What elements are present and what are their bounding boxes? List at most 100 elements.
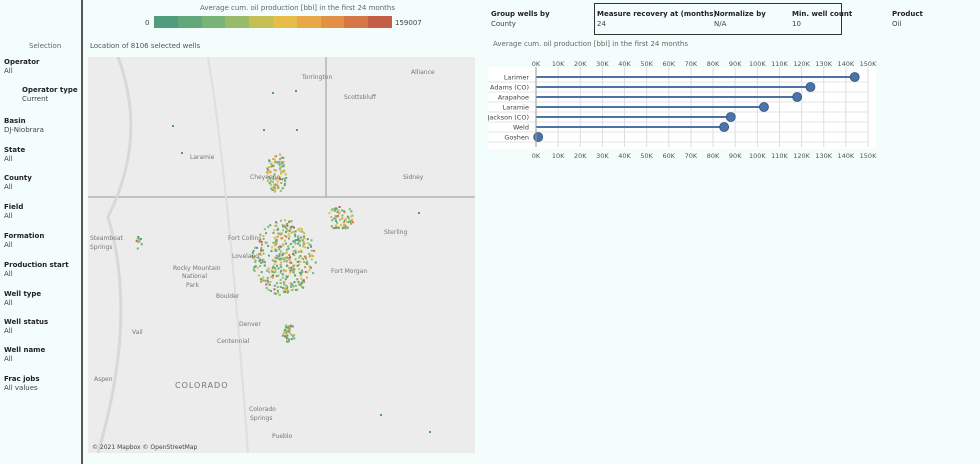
filter-value[interactable]: All bbox=[4, 67, 40, 76]
well-point[interactable] bbox=[279, 233, 282, 235]
well-point[interactable] bbox=[286, 229, 289, 232]
well-point[interactable] bbox=[330, 225, 333, 227]
well-point[interactable] bbox=[267, 267, 270, 270]
well-point[interactable] bbox=[342, 221, 345, 224]
well-point[interactable] bbox=[276, 264, 278, 267]
well-point[interactable] bbox=[330, 216, 333, 218]
well-point[interactable] bbox=[278, 161, 281, 164]
well-point[interactable] bbox=[308, 269, 311, 272]
well-point[interactable] bbox=[278, 163, 281, 166]
well-point[interactable] bbox=[283, 283, 286, 286]
well-point[interactable] bbox=[295, 289, 298, 291]
well-point[interactable] bbox=[260, 243, 263, 246]
well-point[interactable] bbox=[264, 261, 266, 264]
well-point[interactable] bbox=[257, 274, 260, 277]
well-point[interactable] bbox=[290, 231, 293, 234]
filter-production-start[interactable]: Production start All bbox=[4, 261, 69, 279]
well-point[interactable] bbox=[279, 282, 282, 285]
well-point[interactable] bbox=[297, 281, 300, 283]
well-point[interactable] bbox=[267, 245, 270, 247]
well-point[interactable] bbox=[259, 278, 262, 281]
well-point[interactable] bbox=[285, 173, 287, 176]
well-point[interactable] bbox=[284, 179, 287, 182]
well-point[interactable] bbox=[292, 230, 295, 233]
well-point[interactable] bbox=[293, 337, 296, 340]
well-point[interactable] bbox=[344, 218, 347, 221]
well-point[interactable] bbox=[293, 281, 296, 284]
well-point[interactable] bbox=[301, 257, 303, 260]
well-point[interactable] bbox=[266, 167, 269, 170]
well-point[interactable] bbox=[286, 264, 288, 267]
well-point[interactable] bbox=[265, 283, 268, 286]
well-point[interactable] bbox=[285, 269, 287, 272]
recovery-control[interactable]: Measure recovery at (months) 24 bbox=[597, 9, 717, 29]
well-point[interactable] bbox=[259, 253, 262, 256]
product-control[interactable]: Product Oil bbox=[892, 9, 923, 29]
filter-field[interactable]: Field All bbox=[4, 203, 23, 221]
well-point[interactable] bbox=[284, 324, 287, 327]
well-point[interactable] bbox=[309, 244, 312, 247]
well-point[interactable] bbox=[302, 236, 305, 239]
well-point[interactable] bbox=[276, 228, 279, 231]
well-point[interactable] bbox=[294, 230, 297, 233]
well-point[interactable] bbox=[292, 269, 295, 272]
well-point[interactable] bbox=[272, 158, 275, 160]
well-point[interactable] bbox=[275, 240, 277, 243]
well-point[interactable] bbox=[181, 152, 183, 154]
well-point[interactable] bbox=[300, 277, 303, 280]
well-point[interactable] bbox=[305, 276, 308, 279]
well-point[interactable] bbox=[252, 249, 255, 252]
well-point[interactable] bbox=[290, 285, 293, 288]
well-point[interactable] bbox=[137, 241, 140, 243]
well-point[interactable] bbox=[275, 221, 278, 224]
well-point[interactable] bbox=[281, 276, 284, 279]
well-point[interactable] bbox=[258, 260, 261, 263]
well-point[interactable] bbox=[273, 229, 276, 232]
well-point[interactable] bbox=[283, 164, 285, 167]
well-point[interactable] bbox=[341, 227, 344, 230]
well-point[interactable] bbox=[300, 228, 303, 231]
well-point[interactable] bbox=[293, 254, 296, 257]
well-point[interactable] bbox=[343, 211, 346, 214]
well-point[interactable] bbox=[284, 182, 287, 185]
well-point[interactable] bbox=[294, 284, 297, 287]
well-point[interactable] bbox=[285, 286, 288, 289]
well-point[interactable] bbox=[282, 270, 285, 273]
well-point[interactable] bbox=[286, 259, 289, 262]
well-point[interactable] bbox=[260, 249, 263, 252]
well-point[interactable] bbox=[287, 245, 290, 248]
well-point[interactable] bbox=[266, 279, 269, 282]
well-point[interactable] bbox=[276, 184, 279, 187]
well-point[interactable] bbox=[297, 242, 300, 245]
well-point[interactable] bbox=[285, 235, 288, 238]
well-point[interactable] bbox=[345, 227, 347, 230]
filter-value[interactable]: All values bbox=[4, 384, 39, 393]
well-point[interactable] bbox=[274, 155, 277, 158]
filter-value[interactable]: All bbox=[4, 183, 32, 192]
well-point[interactable] bbox=[280, 257, 283, 260]
well-point[interactable] bbox=[283, 219, 286, 222]
well-point[interactable] bbox=[268, 160, 271, 163]
well-point[interactable] bbox=[293, 226, 295, 229]
well-point[interactable] bbox=[260, 271, 263, 274]
well-point[interactable] bbox=[334, 207, 337, 210]
well-point[interactable] bbox=[284, 224, 287, 227]
well-point[interactable] bbox=[285, 276, 288, 279]
well-point[interactable] bbox=[264, 279, 267, 282]
well-point[interactable] bbox=[285, 256, 288, 259]
well-point[interactable] bbox=[256, 246, 258, 249]
well-point[interactable] bbox=[271, 276, 274, 279]
well-point[interactable] bbox=[280, 182, 283, 184]
filter-well-status[interactable]: Well status All bbox=[4, 318, 48, 336]
well-point[interactable] bbox=[289, 282, 292, 285]
well-point[interactable] bbox=[284, 278, 287, 281]
well-point[interactable] bbox=[288, 266, 291, 269]
well-point[interactable] bbox=[279, 158, 281, 161]
well-point[interactable] bbox=[285, 251, 288, 254]
normalize-control[interactable]: Normalize by N/A bbox=[714, 9, 766, 29]
well-point[interactable] bbox=[137, 236, 140, 238]
well-point[interactable] bbox=[288, 258, 291, 261]
well-point[interactable] bbox=[261, 261, 264, 264]
well-point[interactable] bbox=[310, 258, 313, 261]
well-point[interactable] bbox=[296, 261, 299, 263]
